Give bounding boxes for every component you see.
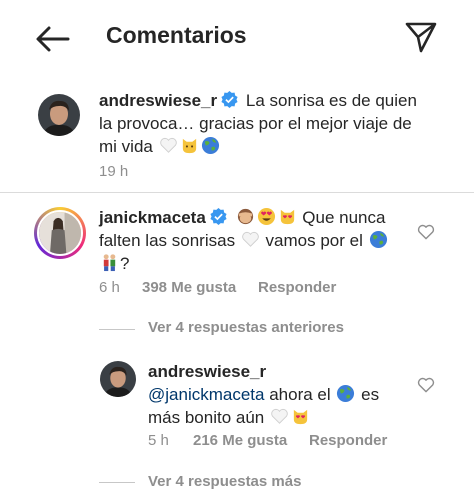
- reply-line-1: andreswiese_r: [148, 361, 266, 383]
- comment-likes[interactable]: 398 Me gusta: [142, 279, 236, 296]
- caption-text-end: mi vida: [99, 137, 153, 156]
- caption-time: 19 h: [99, 163, 129, 180]
- avatar[interactable]: [38, 94, 80, 136]
- caption-text: La sonrisa es de quien: [245, 91, 417, 110]
- cat-heart-eyes-icon: [280, 209, 294, 225]
- globe-icon: [337, 384, 355, 403]
- comment-time: 6 h: [99, 279, 120, 296]
- cat-face-icon: [182, 138, 196, 154]
- white-heart-icon: [242, 231, 259, 247]
- reply-text-2: más bonito aún: [148, 408, 265, 427]
- see-no-evil-monkey-icon: [237, 208, 253, 225]
- reply-line-3: más bonito aún: [148, 407, 311, 429]
- verified-badge-icon: [221, 91, 238, 108]
- profile-photo-icon: [38, 94, 80, 136]
- caption-line-3: mi vida: [99, 136, 221, 158]
- avatar[interactable]: [100, 361, 136, 397]
- white-heart-icon: [159, 137, 177, 153]
- reply-likes[interactable]: 216 Me gusta: [193, 432, 287, 449]
- globe-icon: [201, 136, 219, 155]
- replies-divider-line: [99, 482, 135, 483]
- smiling-face-heart-eyes-icon: [257, 207, 275, 226]
- comment-line-1: janickmaceta Que nunca: [99, 207, 385, 229]
- reply-time: 5 h: [148, 432, 169, 449]
- globe-icon: [369, 230, 387, 249]
- caption-divider: [0, 192, 474, 193]
- heart-icon[interactable]: [417, 224, 435, 240]
- caption-username[interactable]: andreswiese_r: [99, 91, 217, 110]
- cat-heart-eyes-icon: [293, 409, 308, 425]
- caption-line-1: andreswiese_r La sonrisa es de quien: [99, 90, 417, 112]
- profile-photo-icon: [37, 210, 83, 256]
- couple-icon: [103, 254, 116, 272]
- caption-line-2: la provoca… gracias por el mejor viaje d…: [99, 114, 412, 133]
- comment-line-2: falten las sonrisas vamos por el: [99, 230, 389, 252]
- reply-text-1: ahora el: [269, 385, 331, 404]
- reply-line-2: @janickmaceta ahora el es: [148, 384, 379, 406]
- paper-plane-icon[interactable]: [404, 20, 438, 54]
- comment-reply-button[interactable]: Responder: [258, 279, 336, 296]
- avatar[interactable]: [34, 207, 86, 259]
- reply-username[interactable]: andreswiese_r: [148, 362, 266, 381]
- verified-badge-icon: [210, 208, 227, 225]
- comment-text-3: ?: [120, 254, 130, 273]
- reply-text-1b: es: [361, 385, 380, 404]
- heart-icon[interactable]: [417, 377, 435, 393]
- page-title: Comentarios: [106, 22, 247, 48]
- white-heart-icon: [271, 408, 288, 424]
- view-previous-replies-button[interactable]: Ver 4 respuestas anteriores: [148, 319, 344, 336]
- comment-username[interactable]: janickmaceta: [99, 208, 206, 227]
- reply-reply-button[interactable]: Responder: [309, 432, 387, 449]
- comment-text-2b: vamos por el: [265, 231, 363, 250]
- reply-mention-link[interactable]: @janickmaceta: [148, 385, 264, 404]
- view-more-replies-button[interactable]: Ver 4 respuestas más: [148, 473, 301, 490]
- top-bar: Comentarios: [0, 0, 474, 76]
- comment-text: Que nunca: [302, 208, 386, 227]
- replies-divider-line: [99, 329, 135, 330]
- comment-text-2a: falten las sonrisas: [99, 231, 236, 250]
- comment-line-3: ?: [99, 253, 129, 275]
- arrow-left-icon[interactable]: [34, 24, 70, 54]
- profile-photo-icon: [100, 361, 136, 397]
